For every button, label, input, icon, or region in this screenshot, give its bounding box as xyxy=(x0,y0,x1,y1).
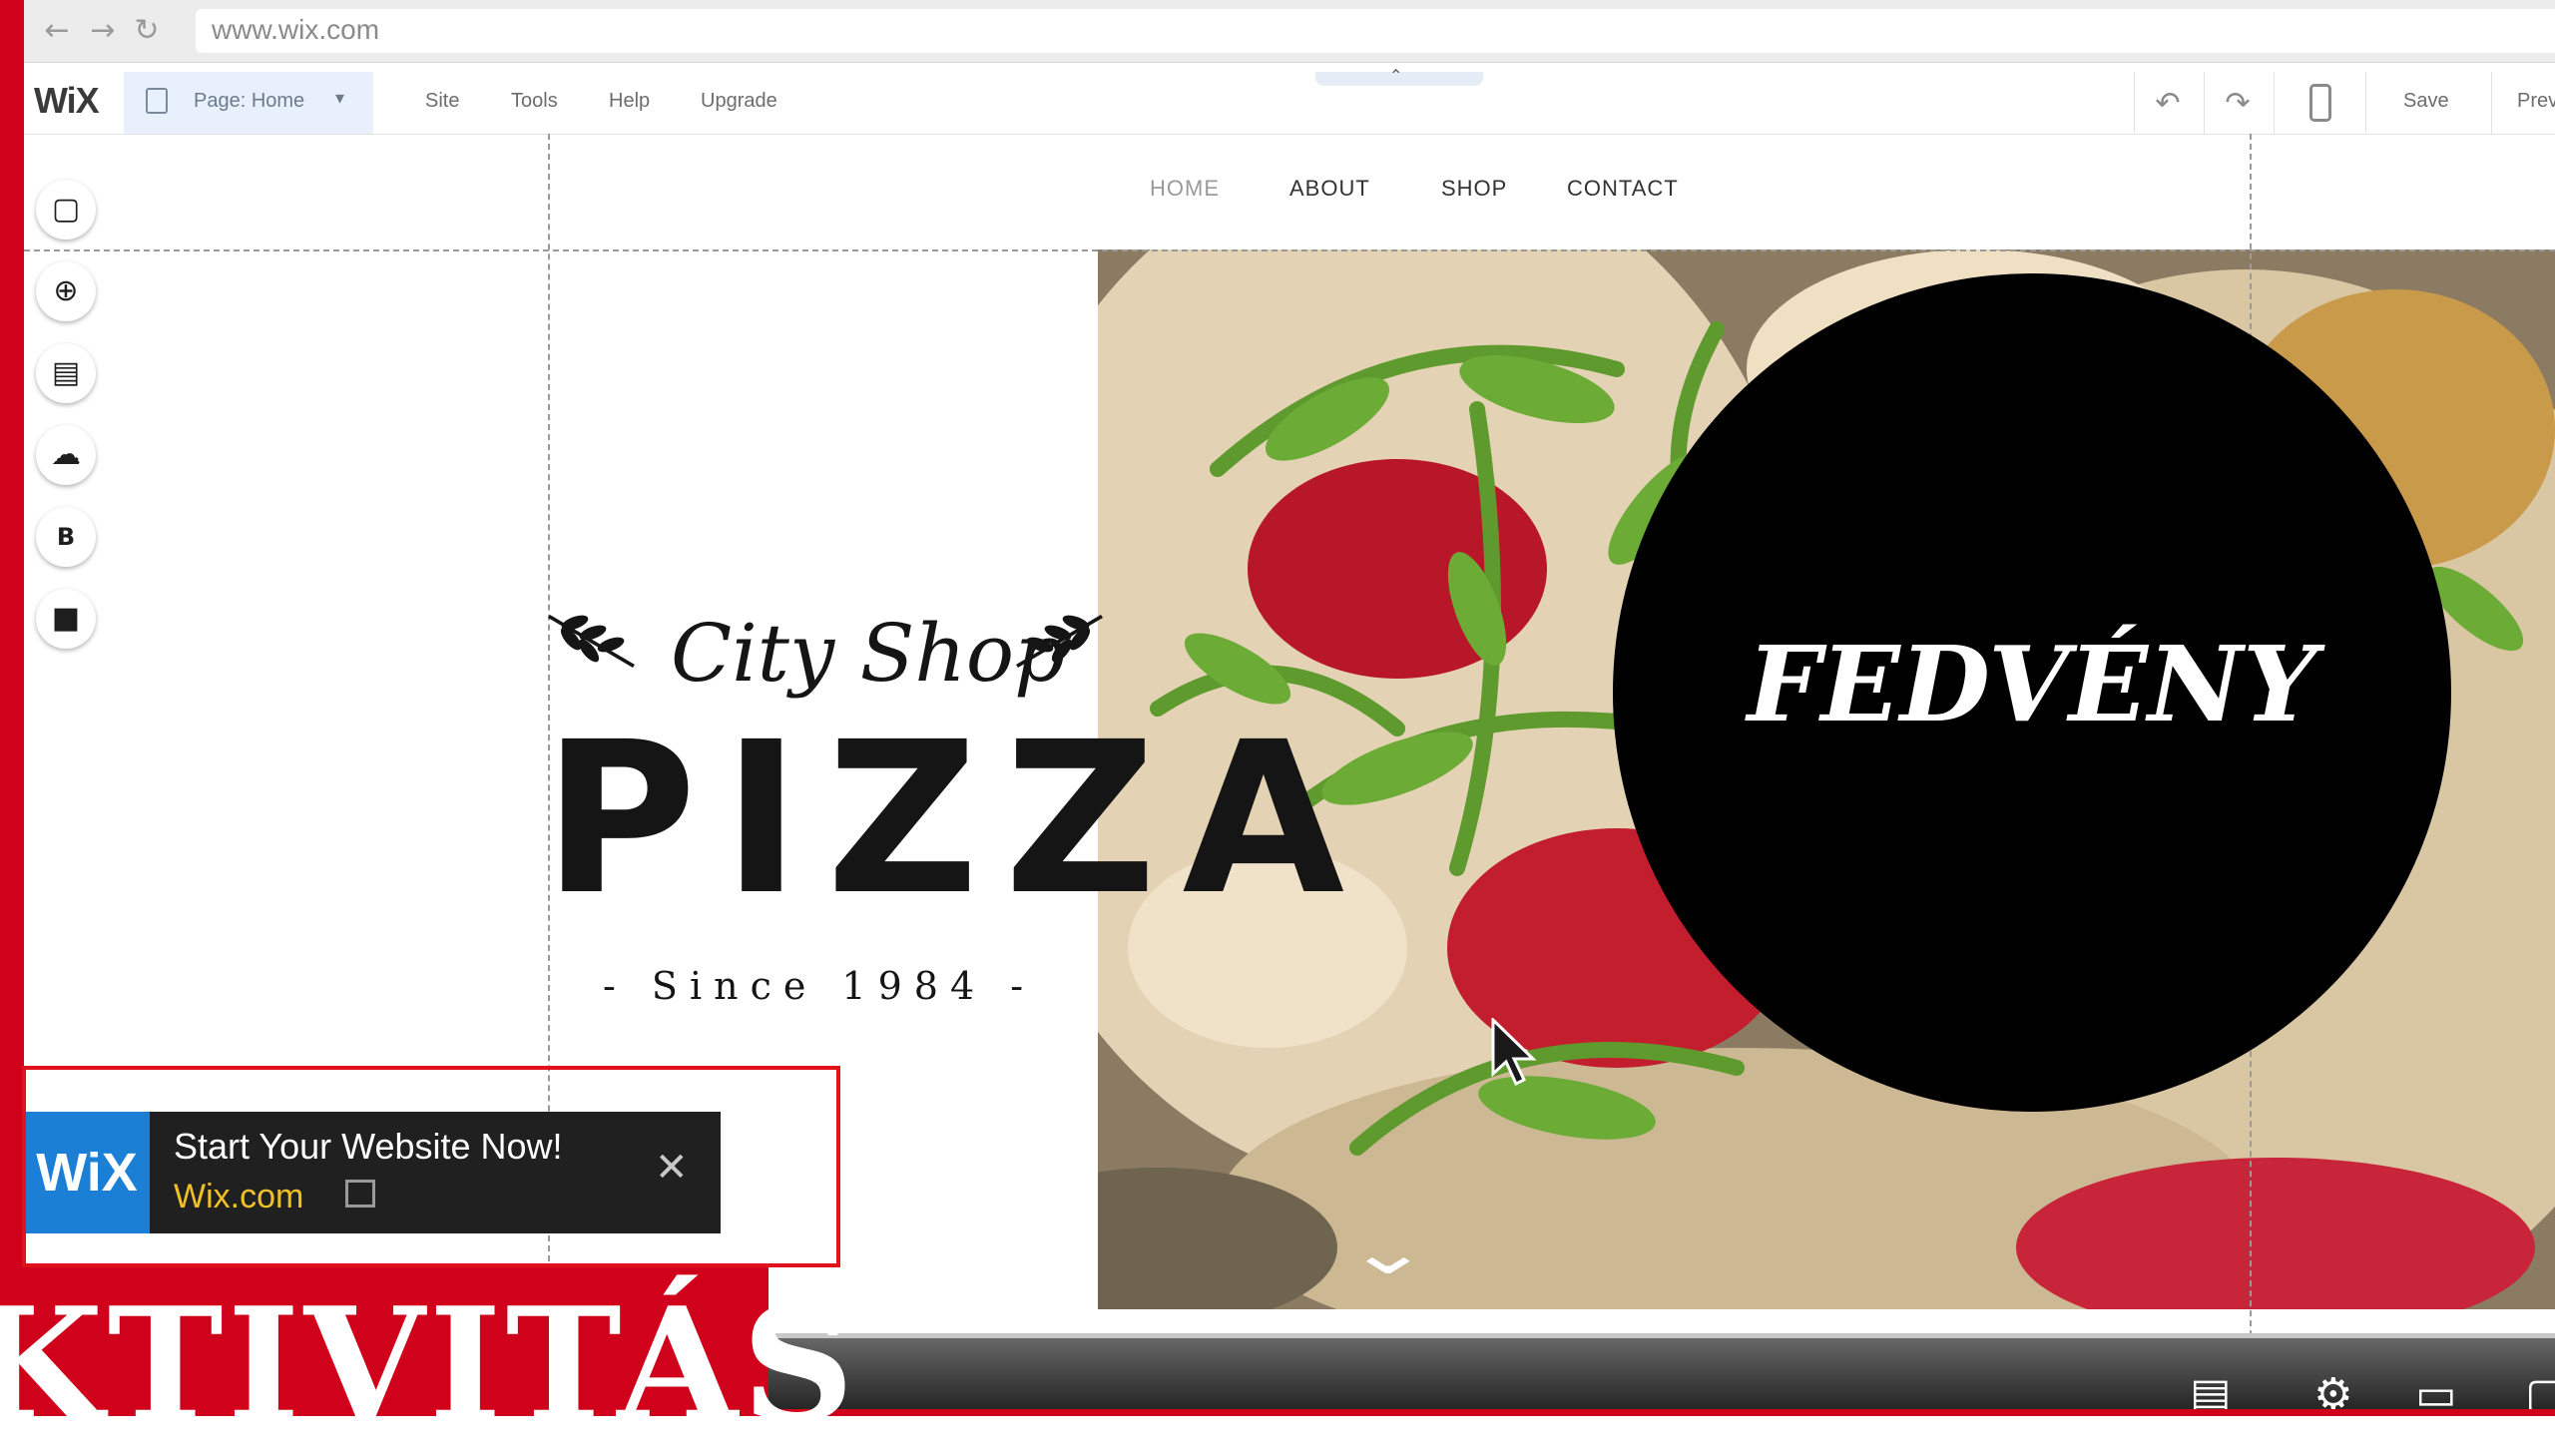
url-text: www.wix.com xyxy=(212,14,380,45)
wix-logo: WiX xyxy=(34,80,100,121)
title-banner-text: KTIVITÁS xyxy=(0,1273,858,1456)
caret-up-icon[interactable]: ⌃ xyxy=(1389,66,1402,86)
save-button[interactable]: Save xyxy=(2403,90,2449,113)
pages-icon xyxy=(146,88,168,114)
overlay-circle-text: FEDVÉNY xyxy=(1747,623,2317,745)
menu-site[interactable]: Site xyxy=(425,90,459,113)
bottom-red-strip xyxy=(768,1409,2555,1416)
menu-help[interactable]: Help xyxy=(609,90,650,113)
layout-guide xyxy=(24,249,2555,251)
site-nav-contact[interactable]: CONTACT xyxy=(1567,176,1679,202)
site-nav-home[interactable]: HOME xyxy=(1150,176,1220,202)
site-nav-shop[interactable]: SHOP xyxy=(1441,176,1507,202)
chevron-down-icon[interactable]: ⌄ xyxy=(1345,1215,1431,1289)
address-bar[interactable] xyxy=(196,9,2555,53)
caret-down-icon: ▾ xyxy=(335,88,345,108)
menu-upgrade[interactable]: Upgrade xyxy=(701,90,777,113)
logo-main-text: PIZZA xyxy=(543,697,1371,941)
reload-icon[interactable]: ↻ xyxy=(130,14,164,48)
menu-tools[interactable]: Tools xyxy=(511,90,558,113)
video-player-controls xyxy=(768,1335,2555,1416)
redo-icon[interactable]: ↷ xyxy=(2216,82,2260,126)
wheat-right-icon xyxy=(1006,605,1106,680)
preview-button[interactable]: Prev xyxy=(2517,90,2555,113)
page-selector-label: Page: Home xyxy=(194,90,305,112)
upload-icon[interactable]: ☁ xyxy=(36,425,96,485)
toolbar-divider xyxy=(2491,72,2492,134)
logo-since-text: - Since 1984 - xyxy=(603,964,1036,1008)
site-nav-about[interactable]: ABOUT xyxy=(1289,176,1370,202)
toolbar-divider xyxy=(2134,72,2135,134)
arrow-left-icon[interactable]: ← xyxy=(40,14,74,48)
app-market-icon[interactable]: ▤ xyxy=(36,343,96,403)
background-icon[interactable]: ▢ xyxy=(36,180,96,240)
add-icon[interactable]: ⊕ xyxy=(36,261,96,321)
toolbar-divider xyxy=(2204,72,2205,134)
arrow-right-icon[interactable]: → xyxy=(86,14,120,48)
ad-highlight-frame xyxy=(22,1066,840,1267)
mouse-cursor-icon xyxy=(1491,1016,1543,1093)
wheat-left-icon xyxy=(545,605,645,680)
left-red-frame xyxy=(0,0,24,1416)
toolbar-divider xyxy=(2365,72,2366,134)
video-progress-bar[interactable] xyxy=(768,1333,2555,1338)
mobile-view-icon[interactable] xyxy=(2309,84,2331,122)
store-icon[interactable]: ■ xyxy=(36,589,96,649)
toolbar-divider xyxy=(2274,72,2275,134)
undo-icon[interactable]: ↶ xyxy=(2146,82,2190,126)
blog-icon[interactable]: B xyxy=(36,507,96,567)
